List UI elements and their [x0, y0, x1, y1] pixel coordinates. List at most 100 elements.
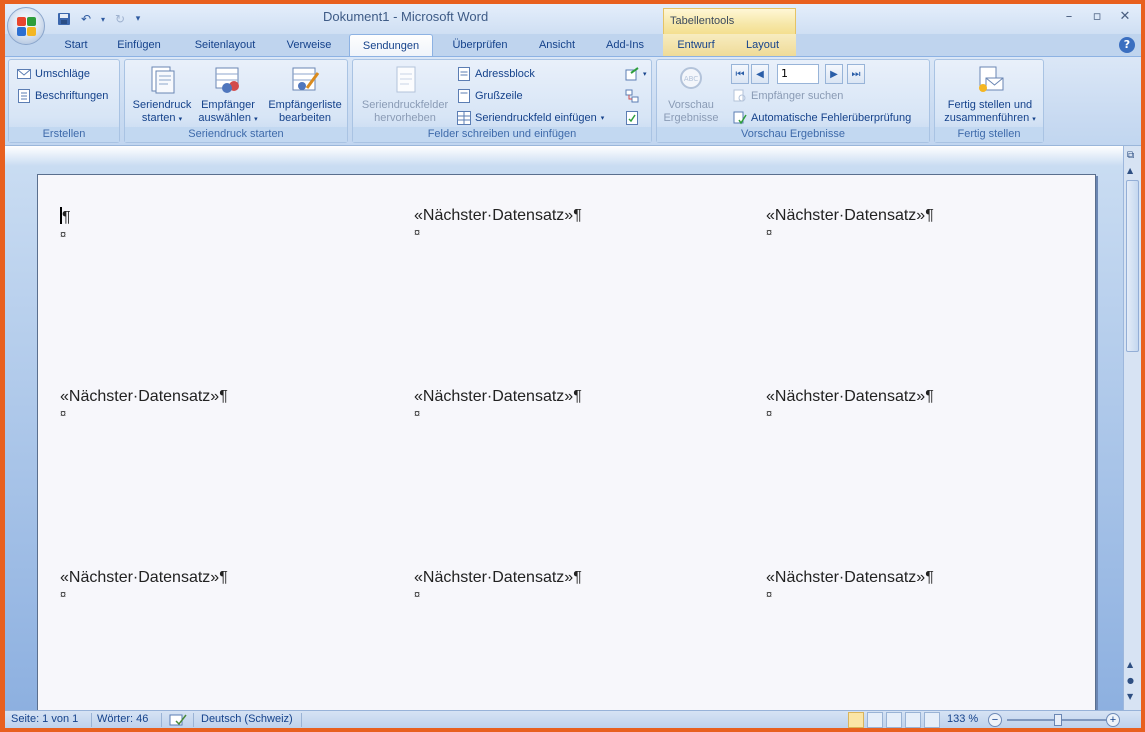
seriendruckfelder-hervorheben-button[interactable]: Seriendruckfelder hervorheben: [357, 64, 453, 125]
zoom-slider-knob[interactable]: [1054, 714, 1062, 726]
window-controls: – ▫ ✕: [1057, 8, 1137, 26]
empfaenger-suchen-button[interactable]: Empfänger suchen: [733, 86, 843, 106]
regeln-button[interactable]: ▾: [625, 64, 647, 84]
undo-icon[interactable]: ↶: [77, 10, 95, 28]
label-cell-8[interactable]: «Nächster·Datensatz»¶ ¤: [414, 569, 582, 601]
tab-ueberpruefen[interactable]: Überprüfen: [445, 34, 515, 56]
tab-einfuegen[interactable]: Einfügen: [109, 34, 169, 56]
beschriftungen-button[interactable]: Beschriftungen: [17, 86, 108, 106]
zoom-out-button[interactable]: −: [988, 713, 1002, 727]
hervorheben-label-1: Seriendruckfelder: [361, 99, 449, 111]
maximize-button[interactable]: ▫: [1085, 8, 1109, 26]
merge-field-text: «Nächster·Datensatz»¶: [60, 569, 228, 586]
fertig-stellen-button[interactable]: Fertig stellen und zusammenführen ▾: [937, 64, 1043, 126]
label-cell-5[interactable]: «Nächster·Datensatz»¶ ¤: [414, 388, 582, 420]
greeting-line-icon: [457, 89, 471, 103]
view-outline-button[interactable]: [905, 712, 921, 728]
label-cell-2[interactable]: «Nächster·Datensatz»¶ ¤: [414, 207, 582, 239]
empfaengerliste-bearbeiten-button[interactable]: Empfängerliste bearbeiten: [263, 64, 347, 125]
minimize-button[interactable]: –: [1057, 8, 1081, 26]
cell-end-mark: ¤: [60, 408, 67, 420]
tab-ansicht[interactable]: Ansicht: [529, 34, 585, 56]
grusszeile-button[interactable]: Grußzeile: [457, 86, 523, 106]
record-number-input[interactable]: 1: [777, 64, 819, 84]
tab-layout[interactable]: Layout: [729, 34, 796, 56]
zoom-level[interactable]: 133 %: [947, 713, 978, 725]
label-cell-3[interactable]: «Nächster·Datensatz»¶ ¤: [766, 207, 934, 239]
seriendruck-starten-button[interactable]: Seriendruck starten ▾: [129, 64, 195, 126]
page-indicator[interactable]: Seite: 1 von 1: [11, 713, 78, 725]
tab-sendungen[interactable]: Sendungen: [349, 34, 433, 58]
word-window: ↶ ▾ ↻ ▾ Dokument1 - Microsoft Word Tabel…: [5, 4, 1141, 728]
label-cell-6[interactable]: «Nächster·Datensatz»¶ ¤: [766, 388, 934, 420]
zoom-in-button[interactable]: +: [1106, 713, 1120, 727]
empfaenger-suchen-label: Empfänger suchen: [751, 90, 844, 102]
save-icon[interactable]: [55, 10, 73, 28]
label-cell-1[interactable]: ¶ ¤: [60, 207, 71, 241]
umschlaege-button[interactable]: Umschläge: [17, 64, 90, 84]
svg-text:ABC: ABC: [684, 75, 698, 83]
scroll-down-icon[interactable]: ▼: [1127, 692, 1133, 701]
undo-dropdown-icon[interactable]: ▾: [99, 10, 107, 28]
ruler-toggle-icon[interactable]: ⧉: [1127, 150, 1134, 161]
cell-end-mark: ¤: [60, 589, 67, 601]
vertical-scrollbar[interactable]: ⧉ ▲ ▲ ● ▼: [1123, 146, 1141, 710]
empfaenger-auswaehlen-button[interactable]: Empfänger auswählen ▾: [195, 64, 261, 126]
empfaenger-text-2: auswählen: [198, 112, 251, 124]
previous-record-button[interactable]: ◀: [751, 64, 769, 84]
seriendruckfeld-einfuegen-button[interactable]: Seriendruckfeld einfügen ▾: [457, 108, 604, 128]
scrollbar-thumb[interactable]: [1126, 180, 1139, 352]
label-cell-7[interactable]: «Nächster·Datensatz»¶ ¤: [60, 569, 228, 601]
merge-field-text: «Nächster·Datensatz»¶: [766, 569, 934, 586]
view-draft-button[interactable]: [924, 712, 940, 728]
fehlerueberpruefung-button[interactable]: Automatische Fehlerüberprüfung: [733, 108, 911, 128]
edit-recipient-list-icon: [292, 67, 320, 91]
fertig-stellen-label-1: Fertig stellen und: [947, 99, 1033, 111]
vorschau-ergebnisse-button[interactable]: ABC Vorschau Ergebnisse: [659, 64, 723, 125]
close-button[interactable]: ✕: [1113, 8, 1137, 26]
etiketten-aktualisieren-button[interactable]: [625, 108, 639, 128]
language-indicator[interactable]: Deutsch (Schweiz): [201, 713, 293, 725]
label-cell-9[interactable]: «Nächster·Datensatz»¶ ¤: [766, 569, 934, 601]
tab-entwurf[interactable]: Entwurf: [663, 34, 729, 56]
tab-seitenlayout[interactable]: Seitenlayout: [185, 34, 265, 56]
scroll-up-icon[interactable]: ▲: [1127, 166, 1133, 175]
tab-verweise[interactable]: Verweise: [279, 34, 339, 56]
customize-qat-icon[interactable]: ▾: [133, 10, 143, 28]
office-button[interactable]: [7, 7, 45, 45]
redo-icon[interactable]: ↻: [111, 10, 129, 28]
view-full-screen-reading-button[interactable]: [867, 712, 883, 728]
browse-object-icon[interactable]: ●: [1127, 676, 1134, 685]
preview-results-icon: ABC: [680, 67, 702, 89]
merge-field-text: «Nächster·Datensatz»¶: [60, 388, 228, 405]
tab-addins[interactable]: Add-Ins: [597, 34, 653, 56]
window-title: Dokument1 - Microsoft Word: [323, 9, 489, 24]
first-record-button[interactable]: ⏮: [731, 64, 749, 84]
merge-field-text: «Nächster·Datensatz»¶: [414, 569, 582, 586]
label-cell-4[interactable]: «Nächster·Datensatz»¶ ¤: [60, 388, 228, 420]
view-print-layout-button[interactable]: [848, 712, 864, 728]
word-count[interactable]: Wörter: 46: [97, 713, 148, 725]
feld-einfuegen-label: Seriendruckfeld einfügen: [475, 112, 597, 124]
document-page[interactable]: ¶ ¤ «Nächster·Datensatz»¶ ¤ «Nächster·Da…: [37, 174, 1096, 714]
next-record-icon: ▶: [830, 68, 838, 80]
mail-merge-document-icon: [151, 66, 175, 94]
previous-page-icon[interactable]: ▲: [1127, 660, 1133, 669]
cell-end-mark: ¤: [414, 589, 421, 601]
group-label-felder: Felder schreiben und einfügen: [353, 127, 651, 142]
fertig-stellen-label-2: zusammenführen ▾: [944, 112, 1036, 126]
tab-start[interactable]: Start: [55, 34, 97, 56]
spelling-check-icon[interactable]: [169, 713, 187, 728]
felder-zuordnen-button[interactable]: [625, 86, 639, 106]
last-record-button[interactable]: ⏭: [847, 64, 865, 84]
help-icon[interactable]: ?: [1119, 37, 1135, 53]
view-web-layout-button[interactable]: [886, 712, 902, 728]
adressblock-button[interactable]: Adressblock: [457, 64, 535, 84]
last-record-icon: ⏭: [851, 68, 861, 80]
group-label-seriendruck-starten: Seriendruck starten: [125, 127, 347, 142]
next-record-button[interactable]: ▶: [825, 64, 843, 84]
error-check-icon: [733, 111, 747, 125]
status-divider: [161, 713, 162, 727]
status-divider: [301, 713, 302, 727]
rules-icon: [625, 67, 639, 81]
